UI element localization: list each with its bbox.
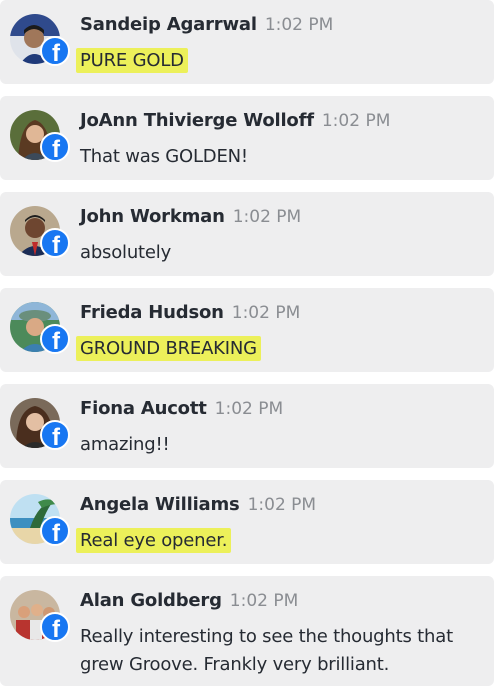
facebook-icon: f	[40, 36, 70, 66]
comment-text: amazing!!	[80, 434, 170, 455]
facebook-icon: f	[40, 612, 70, 642]
timestamp: 1:02 PM	[229, 591, 299, 611]
comment-header: Sandeip Agarrwal 1:02 PM	[80, 14, 333, 35]
avatar-wrap[interactable]: f	[10, 302, 70, 362]
timestamp: 1:02 PM	[264, 15, 334, 35]
comment-card: f John Workman 1:02 PM absolutely	[0, 192, 494, 276]
facebook-icon: f	[40, 420, 70, 450]
author-name[interactable]: JoAnn Thivierge Wolloff	[80, 110, 314, 131]
timestamp: 1:02 PM	[247, 495, 317, 515]
author-name[interactable]: Frieda Hudson	[80, 302, 224, 323]
facebook-icon: f	[40, 132, 70, 162]
comment-text: That was GOLDEN!	[80, 146, 248, 167]
comment-header: Fiona Aucott 1:02 PM	[80, 398, 283, 419]
facebook-icon: f	[40, 228, 70, 258]
highlighted-text: Real eye opener.	[76, 528, 232, 553]
timestamp: 1:02 PM	[321, 111, 391, 131]
comment-card: f Sandeip Agarrwal 1:02 PM PURE GOLD	[0, 0, 494, 84]
comment-text: absolutely	[80, 242, 172, 263]
comment-text: GROUND BREAKING	[76, 335, 480, 363]
avatar-wrap[interactable]: f	[10, 590, 70, 650]
author-name[interactable]: Alan Goldberg	[80, 590, 222, 611]
comment-card: f JoAnn Thivierge Wolloff 1:02 PM That wa…	[0, 96, 494, 180]
comment-card: f Angela Williams 1:02 PM Real eye opener…	[0, 480, 494, 564]
timestamp: 1:02 PM	[232, 207, 302, 227]
avatar-wrap[interactable]: f	[10, 398, 70, 458]
comment-text: Real eye opener.	[76, 527, 480, 555]
timestamp: 1:02 PM	[231, 303, 301, 323]
comment-header: JoAnn Thivierge Wolloff 1:02 PM	[80, 110, 390, 131]
comment-header: John Workman 1:02 PM	[80, 206, 301, 227]
author-name[interactable]: Angela Williams	[80, 494, 240, 515]
comment-card: f Fiona Aucott 1:02 PM amazing!!	[0, 384, 494, 468]
author-name[interactable]: John Workman	[80, 206, 225, 227]
comment-text: Really interesting to see the thoughts t…	[80, 626, 453, 675]
comment-card: f Frieda Hudson 1:02 PM GROUND BREAKING	[0, 288, 494, 372]
highlighted-text: PURE GOLD	[76, 48, 188, 73]
author-name[interactable]: Sandeip Agarrwal	[80, 14, 257, 35]
avatar-wrap[interactable]: f	[10, 110, 70, 170]
highlighted-text: GROUND BREAKING	[76, 336, 261, 361]
facebook-icon: f	[40, 324, 70, 354]
author-name[interactable]: Fiona Aucott	[80, 398, 207, 419]
avatar-wrap[interactable]: f	[10, 206, 70, 266]
comment-text: PURE GOLD	[76, 47, 480, 75]
comment-header: Angela Williams 1:02 PM	[80, 494, 316, 515]
facebook-icon: f	[40, 516, 70, 546]
comment-header: Frieda Hudson 1:02 PM	[80, 302, 300, 323]
comment-header: Alan Goldberg 1:02 PM	[80, 590, 298, 611]
timestamp: 1:02 PM	[214, 399, 284, 419]
avatar-wrap[interactable]: f	[10, 494, 70, 554]
avatar-wrap[interactable]: f	[10, 14, 70, 74]
comment-card: f Alan Goldberg 1:02 PM Really interestin…	[0, 576, 494, 686]
